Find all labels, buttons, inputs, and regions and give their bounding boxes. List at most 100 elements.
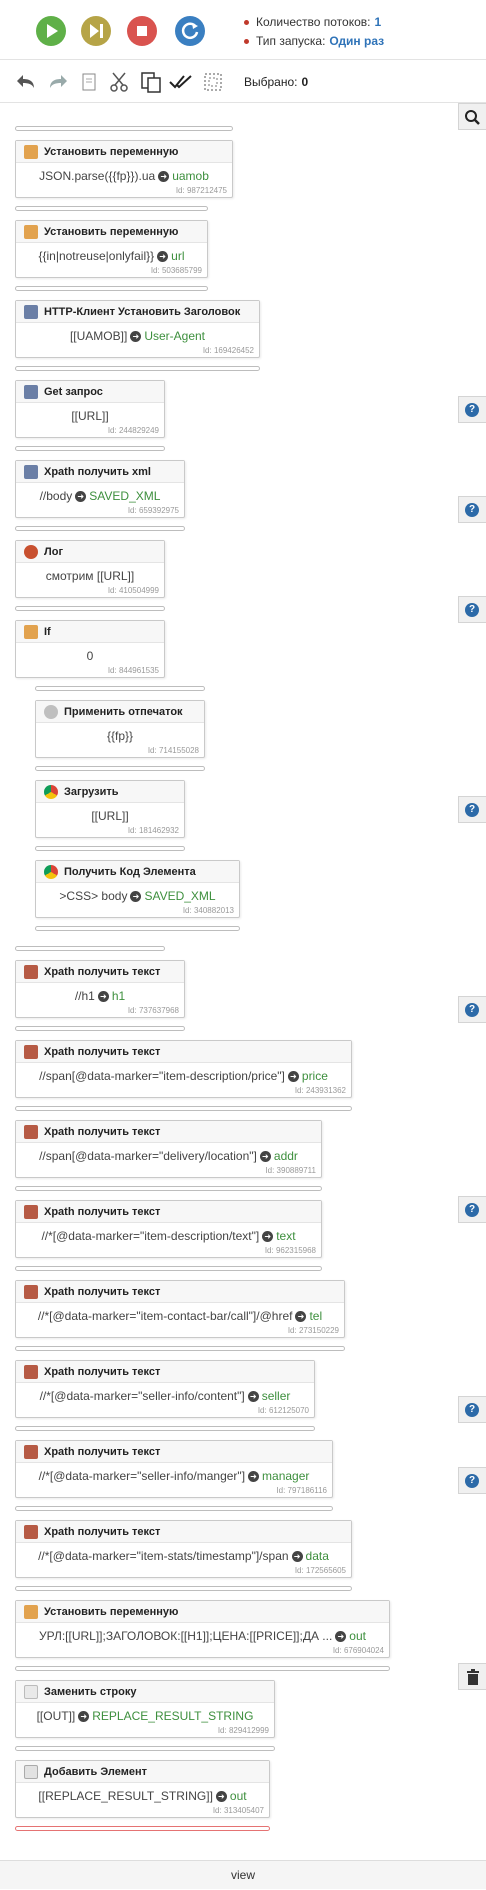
connector-bar[interactable]	[15, 1826, 270, 1831]
search-button[interactable]	[458, 103, 486, 130]
action-id: Id: 410504999	[107, 586, 159, 595]
arrow-right-icon: ➜	[130, 331, 142, 343]
action-block[interactable]: If 0 Id: 844961535	[15, 620, 165, 678]
variable-icon	[24, 145, 38, 159]
connector-bar[interactable]	[15, 126, 233, 131]
connector-bar[interactable]	[15, 1746, 275, 1751]
redo-icon[interactable]	[44, 69, 70, 95]
action-block[interactable]: Xpath получить текст//h1 ➜ h1 Id: 737637968	[15, 960, 185, 1018]
action-block[interactable]: Заменить строку [[OUT]] ➜ REPLACE_RESULT_ST…	[15, 1680, 275, 1738]
connector-bar[interactable]	[15, 606, 165, 611]
action-block[interactable]: Xpath получить текст //*[@data-marker="se…	[15, 1360, 315, 1418]
action-header: Xpath получить текст	[16, 1041, 351, 1063]
restart-button[interactable]	[175, 16, 205, 46]
trash-button[interactable]	[458, 1663, 486, 1690]
paste-icon[interactable]	[138, 69, 164, 95]
action-expression: >CSS> body	[59, 889, 128, 903]
action-id: Id: 962315968	[264, 1246, 316, 1255]
action-block[interactable]: Xpath получить текст //*[@data-marker="it…	[15, 1280, 345, 1338]
threads-value[interactable]: 1	[375, 15, 382, 29]
action-header: Установить переменную	[16, 1601, 389, 1623]
action-expression: JSON.parse({{fp}}).ua	[39, 169, 156, 183]
connector-bar[interactable]	[15, 286, 208, 291]
result-variable: manager	[262, 1469, 310, 1483]
action-body: {{fp}}	[36, 723, 204, 743]
action-title: HTTP-Клиент Установить Заголовок	[44, 306, 241, 318]
connector-bar[interactable]	[35, 686, 205, 691]
action-block[interactable]: Добавить Элемент [[REPLACE_RESULT_STRING]…	[15, 1760, 270, 1818]
cut-icon[interactable]	[106, 69, 132, 95]
action-block[interactable]: Лог смотрим [[URL]] Id: 410504999	[15, 540, 165, 598]
connector-bar[interactable]	[35, 766, 205, 771]
connector-bar[interactable]	[35, 846, 185, 851]
help-button[interactable]: ?	[458, 996, 486, 1023]
connector-bar[interactable]	[15, 206, 208, 211]
action-block[interactable]: Xpath получить xml //body ➜ SAVED_XML Id: 65…	[15, 460, 185, 518]
action-title: Xpath получить текст	[44, 1446, 161, 1458]
action-block[interactable]: Установить переменную {{in|notreuse|onlyf…	[15, 220, 208, 278]
connector-bar[interactable]	[15, 366, 260, 371]
action-title: Установить переменную	[44, 146, 179, 158]
action-body: >CSS> body ➜ SAVED_XML	[36, 883, 239, 903]
help-button[interactable]: ?	[458, 396, 486, 423]
action-block[interactable]: Xpath получить текст //*[@data-marker="it…	[15, 1200, 322, 1258]
connector-bar[interactable]	[15, 1186, 322, 1191]
connector-bar[interactable]	[15, 1106, 352, 1111]
help-button[interactable]: ?	[458, 796, 486, 823]
arrow-right-icon: ➜	[262, 1231, 274, 1243]
action-block[interactable]: Xpath получить текст //span[@data-marker=…	[15, 1120, 322, 1178]
action-block[interactable]: Получить Код Элемента >CSS> body ➜ SAVED_XM…	[35, 860, 240, 918]
launch-type-value[interactable]: Один раз	[329, 34, 384, 48]
connector-bar[interactable]	[15, 526, 185, 531]
view-footer[interactable]: view	[0, 1860, 486, 1889]
connector-bar[interactable]	[15, 1666, 390, 1671]
action-id: Id: 829412999	[217, 1726, 269, 1735]
action-block[interactable]: Загрузить [[URL]] Id: 181462932	[35, 780, 185, 838]
action-body: [[REPLACE_RESULT_STRING]] ➜ out	[16, 1783, 269, 1803]
action-block[interactable]: Xpath получить текст //span[@data-marker=…	[15, 1040, 352, 1098]
help-button[interactable]: ?	[458, 596, 486, 623]
result-variable: User-Agent	[144, 329, 206, 343]
help-button[interactable]: ?	[458, 1196, 486, 1223]
action-title: Xpath получить текст	[44, 1366, 161, 1378]
connector-bar[interactable]	[35, 926, 240, 931]
step-button[interactable]	[81, 16, 111, 46]
action-header: Get запрос	[16, 381, 164, 403]
select-area-icon[interactable]	[200, 69, 226, 95]
action-block[interactable]: HTTP-Клиент Установить Заголовок [[UAMOB]…	[15, 300, 260, 358]
xpath-icon	[24, 1045, 38, 1059]
stop-icon	[137, 26, 147, 36]
action-body: {{in|notreuse|onlyfail}} ➜ url	[16, 243, 207, 263]
connector-bar[interactable]	[15, 1506, 333, 1511]
action-block[interactable]: Get запрос [[URL]] Id: 244829249	[15, 380, 165, 438]
copy-icon[interactable]	[76, 69, 102, 95]
action-block[interactable]: Установить переменную УРЛ:[[URL]];ЗАГОЛОВ…	[15, 1600, 390, 1658]
connector-bar[interactable]	[15, 1346, 345, 1351]
connector-bar[interactable]	[15, 446, 165, 451]
check-all-icon[interactable]	[168, 69, 194, 95]
action-block[interactable]: Применить отпечаток {{fp}} Id: 714155028	[35, 700, 205, 758]
action-header: Установить переменную	[16, 221, 207, 243]
connector-bar[interactable]	[15, 1426, 315, 1431]
help-button[interactable]: ?	[458, 1396, 486, 1423]
undo-icon[interactable]	[14, 69, 40, 95]
action-block[interactable]: Xpath получить текст //*[@data-marker="it…	[15, 1520, 352, 1578]
help-button[interactable]: ?	[458, 496, 486, 523]
stop-button[interactable]	[127, 16, 157, 46]
action-expression: {{fp}}	[106, 729, 134, 743]
restart-icon	[181, 22, 199, 39]
action-block[interactable]: Установить переменную JSON.parse({{fp}}).…	[15, 140, 233, 198]
play-button[interactable]	[36, 16, 66, 46]
action-body: //*[@data-marker="item-stats/timestamp"]…	[16, 1543, 351, 1563]
connector-bar[interactable]	[15, 1026, 185, 1031]
chrome-icon	[44, 785, 58, 799]
connector-bar[interactable]	[15, 1586, 352, 1591]
help-button[interactable]: ?	[458, 1467, 486, 1494]
action-block[interactable]: Xpath получить текст //*[@data-marker="se…	[15, 1440, 333, 1498]
http-icon	[24, 385, 38, 399]
action-id: Id: 844961535	[107, 666, 159, 675]
action-body: [[UAMOB]] ➜ User-Agent	[16, 323, 259, 343]
action-header: Xpath получить текст	[16, 1201, 321, 1223]
connector-bar[interactable]	[15, 946, 165, 951]
connector-bar[interactable]	[15, 1266, 322, 1271]
